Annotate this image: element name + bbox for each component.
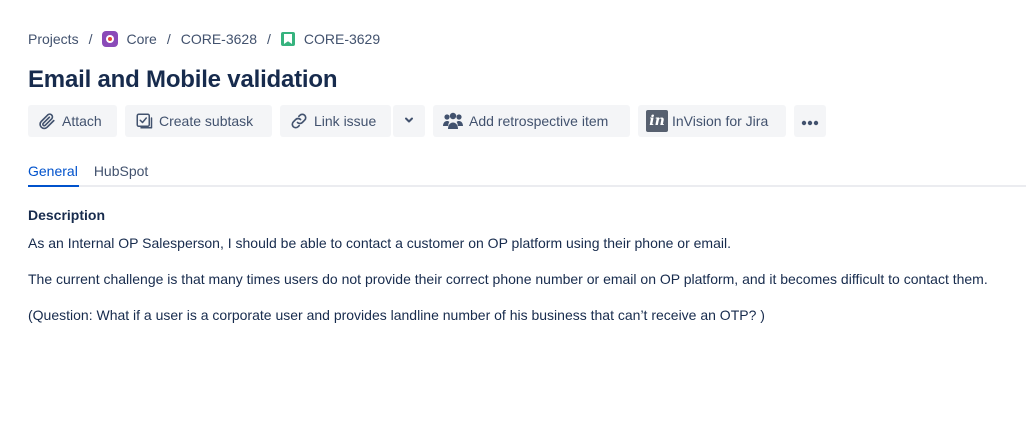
more-actions-button[interactable] — [794, 105, 826, 137]
link-issue-button[interactable]: Link issue — [280, 105, 391, 137]
breadcrumb-separator: / — [166, 31, 171, 47]
description-paragraph: (Question: What if a user is a corporate… — [28, 307, 765, 323]
attach-button[interactable]: Attach — [28, 105, 117, 137]
invision-for-jira-label: InVision for Jira — [672, 113, 769, 129]
breadcrumb-issue-link[interactable]: CORE-3629 — [280, 31, 381, 47]
subtask-icon — [135, 112, 153, 130]
add-retrospective-item-label: Add retrospective item — [469, 113, 609, 129]
invision-logo-icon: in — [646, 110, 668, 132]
link-icon — [290, 112, 308, 130]
create-subtask-label: Create subtask — [159, 113, 254, 129]
attach-label: Attach — [62, 113, 102, 129]
active-tab-indicator — [28, 185, 79, 187]
link-issue-dropdown-button[interactable] — [393, 105, 425, 137]
invision-for-jira-button[interactable]: in InVision for Jira — [638, 105, 786, 137]
link-issue-label: Link issue — [314, 113, 377, 129]
breadcrumb-issue-label: CORE-3629 — [303, 31, 381, 47]
breadcrumb-projects-link[interactable]: Projects — [28, 31, 79, 47]
create-subtask-button[interactable]: Create subtask — [125, 105, 272, 137]
more-horizontal-icon — [801, 113, 819, 129]
breadcrumb-project-link[interactable]: Core — [102, 31, 157, 47]
description-paragraph: The current challenge is that many times… — [28, 271, 988, 287]
breadcrumb: Projects / Core / CORE-3628 / CORE-3629 — [28, 30, 380, 48]
tab-general[interactable]: General — [28, 163, 78, 185]
breadcrumb-parent-link[interactable]: CORE-3628 — [181, 31, 257, 47]
people-group-icon — [443, 112, 463, 130]
breadcrumb-separator: / — [88, 31, 93, 47]
story-icon — [280, 32, 295, 46]
project-avatar-icon — [102, 31, 119, 47]
add-retrospective-item-button[interactable]: Add retrospective item — [433, 105, 630, 137]
issue-title[interactable]: Email and Mobile validation — [28, 64, 338, 96]
paperclip-icon — [38, 112, 56, 130]
description-field[interactable]: As an Internal OP Salesperson, I should … — [28, 231, 998, 339]
tabs-divider — [28, 185, 1026, 187]
breadcrumb-project-label: Core — [126, 31, 157, 47]
chevron-down-icon — [403, 113, 415, 129]
description-paragraph: As an Internal OP Salesperson, I should … — [28, 235, 731, 251]
breadcrumb-separator: / — [266, 31, 271, 47]
issue-tabs: General HubSpot — [28, 163, 164, 185]
tab-hubspot[interactable]: HubSpot — [94, 163, 148, 185]
description-heading: Description — [28, 207, 106, 223]
